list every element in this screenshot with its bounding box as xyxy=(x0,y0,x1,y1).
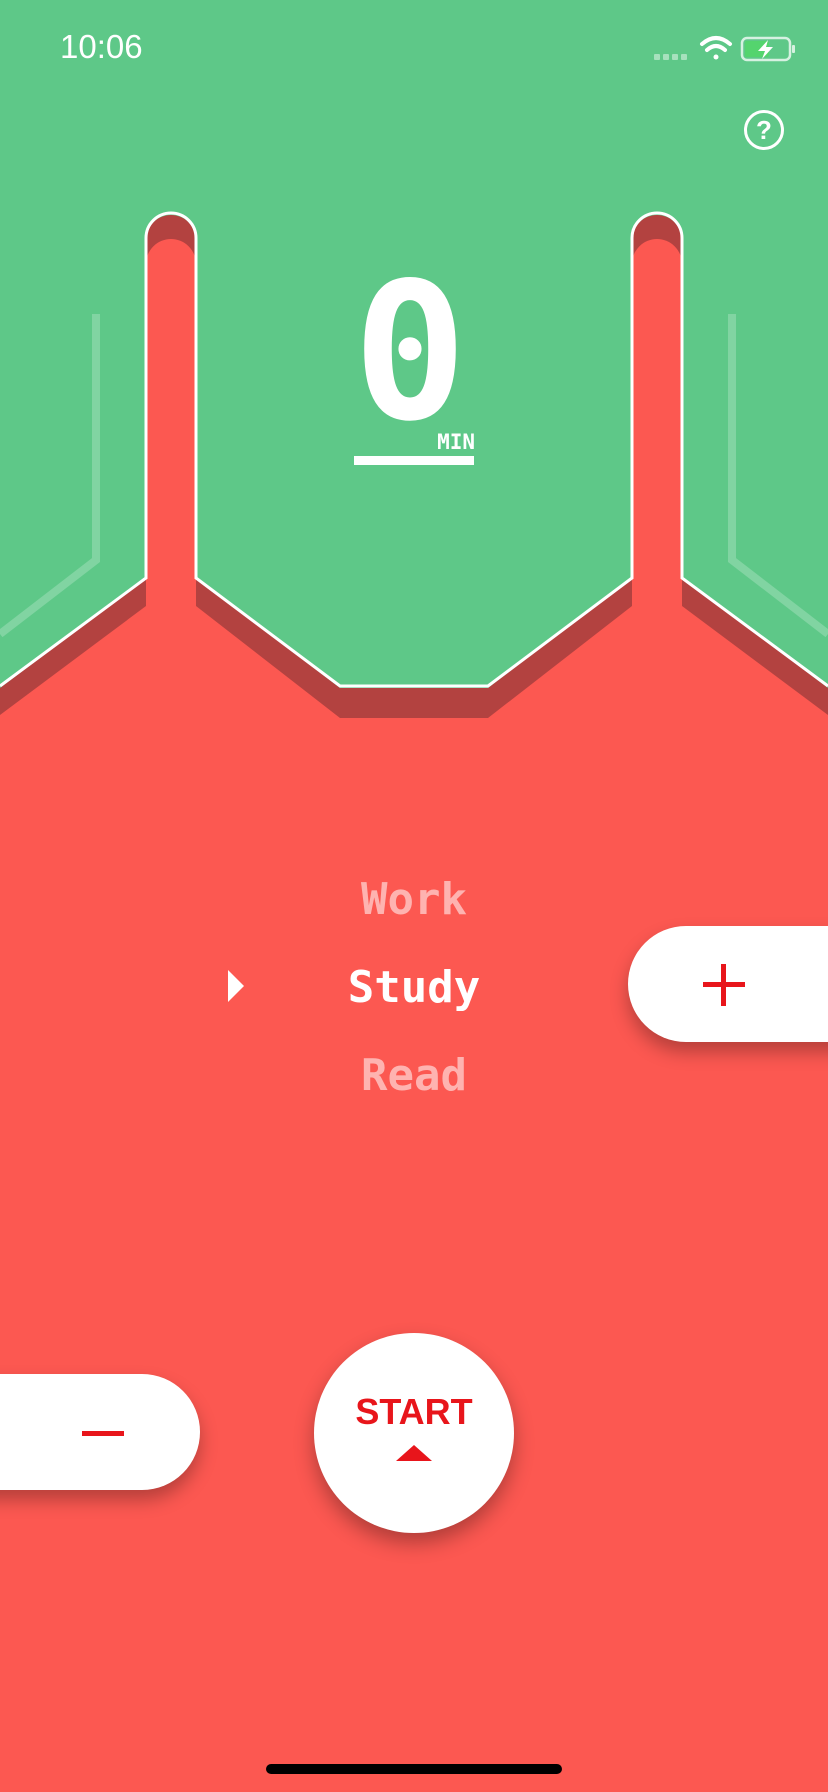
timer-unit: MIN xyxy=(437,430,475,454)
timer-value: 0 xyxy=(352,242,468,463)
status-icons xyxy=(654,36,795,62)
start-label: START xyxy=(355,1391,473,1432)
timer-underline xyxy=(354,456,474,465)
help-button[interactable]: ? xyxy=(744,110,784,150)
triangle-right-icon xyxy=(228,970,244,1002)
activity-option-read[interactable]: Read xyxy=(300,1050,528,1101)
start-button[interactable]: START xyxy=(314,1333,514,1533)
status-time: 10:06 xyxy=(60,28,143,65)
activity-option-work[interactable]: Work xyxy=(300,874,528,925)
home-indicator[interactable] xyxy=(266,1764,562,1774)
activity-picker[interactable]: Work Study Read xyxy=(300,860,528,1120)
triangle-up-icon xyxy=(396,1445,432,1461)
wifi-icon xyxy=(700,36,732,60)
plus-icon xyxy=(703,964,745,1006)
activity-option-study[interactable]: Study xyxy=(300,962,528,1013)
minus-icon xyxy=(82,1431,124,1436)
question-mark-icon: ? xyxy=(756,115,772,145)
battery-charging-icon xyxy=(740,36,795,62)
cellular-signal-icon xyxy=(654,54,687,60)
